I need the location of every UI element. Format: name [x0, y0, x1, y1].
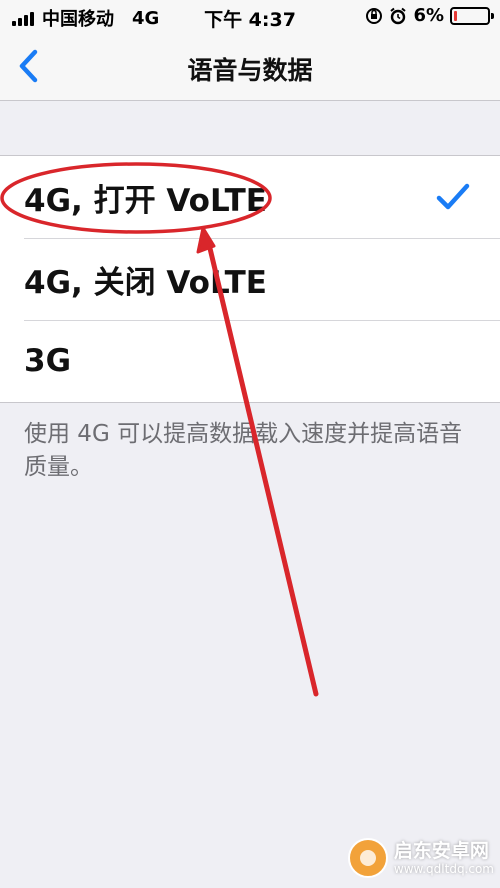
watermark: 启东安卓网 www.qdltdq.com — [347, 838, 494, 878]
battery-level-fill — [454, 10, 457, 21]
navigation-bar: 语音与数据 — [0, 32, 500, 101]
checkmark-icon — [436, 183, 470, 210]
voice-data-options: 4G, 打开 VoLTE 4G, 关闭 VoLTE 3G — [0, 155, 500, 403]
battery-icon — [450, 6, 494, 25]
page-title: 语音与数据 — [187, 56, 313, 85]
alarm-icon — [390, 7, 407, 24]
watermark-url: www.qdltdq.com — [393, 862, 494, 876]
battery-percent: 6% — [413, 5, 444, 26]
option-4g-volte-off[interactable]: 4G, 关闭 VoLTE — [0, 238, 500, 320]
orientation-lock-icon — [366, 7, 383, 24]
watermark-logo-icon — [347, 838, 388, 878]
option-4g-volte-on[interactable]: 4G, 打开 VoLTE — [0, 156, 500, 238]
footer-note: 使用 4G 可以提高数据载入速度并提高语音质量。 — [24, 421, 463, 480]
status-bar: 中国移动 4G 下午 4:37 6% — [0, 0, 500, 32]
option-label: 3G — [24, 343, 72, 379]
option-3g[interactable]: 3G — [0, 320, 500, 402]
battery-tip — [491, 12, 494, 19]
option-label: 4G, 关闭 VoLTE — [24, 264, 267, 301]
screen: 中国移动 4G 下午 4:37 6% 语音与数据 4G, 打开 VoLTE 4G… — [0, 0, 500, 888]
watermark-name: 启东安卓网 — [393, 840, 489, 862]
status-right: 6% — [365, 5, 494, 26]
watermark-text: 启东安卓网 www.qdltdq.com — [394, 840, 494, 876]
option-label: 4G, 打开 VoLTE — [24, 182, 267, 219]
